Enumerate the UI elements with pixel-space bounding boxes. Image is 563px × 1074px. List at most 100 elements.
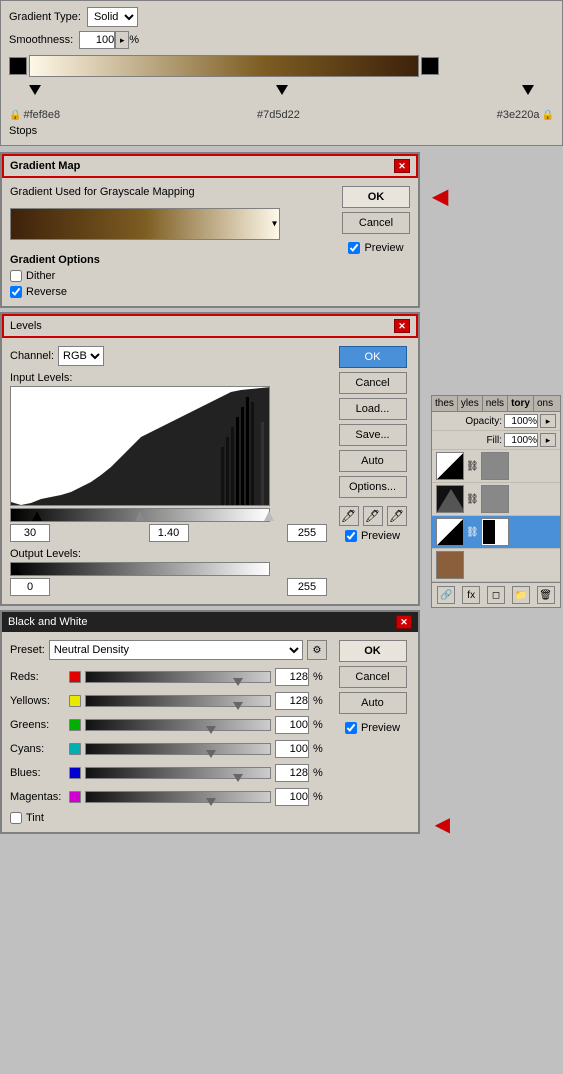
greens-value[interactable] xyxy=(275,716,309,734)
dither-checkbox[interactable] xyxy=(10,270,22,282)
bw-preview-row: Preview xyxy=(345,722,400,734)
fill-stepper[interactable]: ▸ xyxy=(540,433,556,447)
levels-dialog-content: Channel: RGB Input Levels: xyxy=(2,338,418,604)
layer-item-2[interactable]: ⛓ xyxy=(432,483,560,516)
levels-cancel-button[interactable]: Cancel xyxy=(339,372,407,394)
gradient-bar[interactable] xyxy=(29,55,419,77)
levels-options-button[interactable]: Options... xyxy=(339,476,407,498)
levels-close-button[interactable]: ✕ xyxy=(394,319,410,333)
layer-item-4[interactable] xyxy=(432,549,560,582)
levels-right: OK Cancel Load... Save... Auto Options..… xyxy=(335,346,410,596)
magentas-value[interactable] xyxy=(275,788,309,806)
gradient-preview-bar[interactable] xyxy=(10,208,280,240)
gradient-colors-row: 🔒 #fef8e8 #7d5d22 #3e220a 🔒 xyxy=(9,109,554,121)
levels-preview-checkbox[interactable] xyxy=(345,530,357,542)
fx-icon-button[interactable]: fx xyxy=(462,586,480,604)
input-values-row xyxy=(10,524,327,542)
bw-close-button[interactable]: ✕ xyxy=(396,615,412,629)
preset-select[interactable]: Neutral Density xyxy=(49,640,303,660)
cyans-value[interactable] xyxy=(275,740,309,758)
folder-icon-button[interactable]: 📁 xyxy=(512,586,530,604)
bw-auto-button[interactable]: Auto xyxy=(339,692,407,714)
tab-thes[interactable]: thes xyxy=(432,396,458,411)
yellows-value[interactable] xyxy=(275,692,309,710)
output-min-field[interactable] xyxy=(10,578,50,596)
preset-settings-button[interactable]: ⚙ xyxy=(307,640,327,660)
output-slider-left-handle[interactable] xyxy=(11,565,21,575)
output-max-field[interactable] xyxy=(287,578,327,596)
reds-dot xyxy=(69,671,81,683)
blues-slider[interactable] xyxy=(85,767,271,779)
smoothness-input[interactable] xyxy=(79,31,115,49)
gradient-map-cancel-button[interactable]: Cancel xyxy=(342,212,410,234)
color-stop-2-value: #7d5d22 xyxy=(257,109,300,121)
bw-title: Black and White xyxy=(8,616,87,628)
color-sliders: Reds: % Yellows: xyxy=(10,668,327,806)
link-icon-button[interactable]: 🔗 xyxy=(437,586,455,604)
input-slider-left-handle[interactable] xyxy=(32,511,42,521)
mask-icon-button[interactable]: ◻ xyxy=(487,586,505,604)
lock-icon-1: 🔒 xyxy=(9,110,21,121)
input-max-field[interactable] xyxy=(287,524,327,542)
fill-input[interactable] xyxy=(504,433,538,447)
output-slider-track[interactable] xyxy=(10,562,270,576)
yellows-slider[interactable] xyxy=(85,695,271,707)
eyedropper-black-button[interactable]: 🖊 xyxy=(339,506,359,526)
chain-icon-3: ⛓ xyxy=(466,527,479,538)
blues-value[interactable] xyxy=(275,764,309,782)
gradient-color-swatch-right[interactable] xyxy=(421,57,439,75)
color-stop-3-value: #3e220a xyxy=(497,109,540,121)
histogram-container xyxy=(10,386,270,506)
lock-icon-3: 🔒 xyxy=(542,110,554,121)
tint-checkbox[interactable] xyxy=(10,812,22,824)
opacity-input[interactable] xyxy=(504,414,538,428)
yellows-row: Yellows: % xyxy=(10,692,327,710)
magentas-dot xyxy=(69,791,81,803)
input-mid-field[interactable] xyxy=(149,524,189,542)
channel-select[interactable]: RGB xyxy=(58,346,104,366)
reds-slider[interactable] xyxy=(85,671,271,683)
tab-tory[interactable]: tory xyxy=(508,396,534,411)
levels-dialog: Levels ✕ Channel: RGB Input Levels: xyxy=(0,312,420,606)
gradient-bar-container: 🔒 #fef8e8 #7d5d22 #3e220a 🔒 Stops xyxy=(9,55,554,137)
smoothness-unit: % xyxy=(129,34,139,46)
reverse-checkbox[interactable] xyxy=(10,286,22,298)
input-slider-right-handle[interactable] xyxy=(264,511,274,521)
levels-auto-button[interactable]: Auto xyxy=(339,450,407,472)
layer-item-3-selected[interactable]: ⛓ xyxy=(432,516,560,549)
tab-ons[interactable]: ons xyxy=(534,396,556,411)
input-slider-track[interactable] xyxy=(10,508,270,522)
gradient-map-preview-checkbox[interactable] xyxy=(348,242,360,254)
gradient-map-close-button[interactable]: ✕ xyxy=(394,159,410,173)
input-min-field[interactable] xyxy=(10,524,50,542)
eyedropper-white-button[interactable]: 🖊 xyxy=(387,506,407,526)
levels-save-button[interactable]: Save... xyxy=(339,424,407,446)
levels-ok-button[interactable]: OK xyxy=(339,346,407,368)
trash-icon-button[interactable]: 🗑 xyxy=(537,586,555,604)
magentas-row: Magentas: % xyxy=(10,788,327,806)
magentas-slider[interactable] xyxy=(85,791,271,803)
gradient-options-label: Gradient Options xyxy=(10,254,332,266)
reds-value[interactable] xyxy=(275,668,309,686)
greens-slider[interactable] xyxy=(85,719,271,731)
reds-row: Reds: % xyxy=(10,668,327,686)
gradient-type-select[interactable]: Solid xyxy=(87,7,138,27)
eyedropper-gray-button[interactable]: 🖊 xyxy=(363,506,383,526)
tab-yles[interactable]: yles xyxy=(458,396,483,411)
input-slider-mid-handle[interactable] xyxy=(135,511,145,521)
bw-ok-button[interactable]: OK xyxy=(339,640,407,662)
levels-load-button[interactable]: Load... xyxy=(339,398,407,420)
gradient-map-arrow-indicator: ◀ xyxy=(433,184,448,209)
opacity-stepper[interactable]: ▸ xyxy=(540,414,556,428)
layer-item-1[interactable]: ⛓ xyxy=(432,450,560,483)
gradient-map-ok-button[interactable]: OK xyxy=(342,186,410,208)
bw-cancel-button[interactable]: Cancel xyxy=(339,666,407,688)
smoothness-stepper[interactable]: ▸ xyxy=(115,31,129,49)
cyans-slider[interactable] xyxy=(85,743,271,755)
smoothness-label: Smoothness: xyxy=(9,34,73,46)
bw-preview-checkbox[interactable] xyxy=(345,722,357,734)
color-stop-1-value: #fef8e8 xyxy=(23,109,60,121)
gradient-color-swatch-left[interactable] xyxy=(9,57,27,75)
gradient-map-title: Gradient Map xyxy=(10,160,80,172)
tab-nels[interactable]: nels xyxy=(483,396,508,411)
